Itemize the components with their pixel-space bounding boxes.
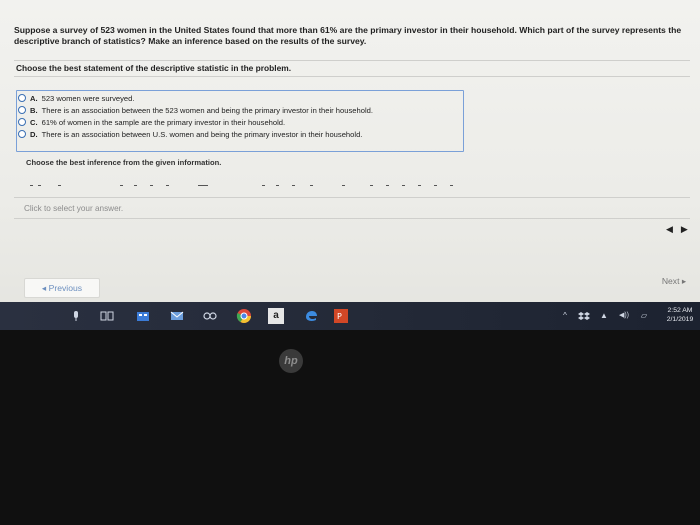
- question-text: Suppose a survey of 523 women in the Uni…: [14, 25, 682, 46]
- amazon-icon[interactable]: a: [268, 308, 284, 324]
- option-letter: A.: [30, 93, 38, 103]
- radio-button-a[interactable]: [18, 94, 26, 102]
- windows-taskbar: a P ^ ▲ ◀)) ▱ 2:52 AM 2/1/2019: [0, 302, 700, 330]
- microphone-icon[interactable]: [70, 310, 82, 322]
- network-icon[interactable]: ▲: [598, 310, 610, 322]
- option-a[interactable]: A. 523 women were surveyed.: [18, 92, 373, 104]
- divider: [14, 197, 690, 198]
- clock-date: 2/1/2019: [666, 316, 694, 323]
- previous-button[interactable]: ◂ Previous: [24, 278, 100, 298]
- laptop-bezel: [0, 330, 700, 525]
- divider: [14, 76, 690, 77]
- taskbar-clock[interactable]: 2:52 AM 2/1/2019: [660, 306, 700, 324]
- scroll-left-icon[interactable]: ◀: [666, 224, 681, 234]
- option-d[interactable]: D. There is an association between U.S. …: [18, 128, 373, 140]
- option-text: There is an association between the 523 …: [41, 105, 373, 115]
- scroll-right-icon[interactable]: ▶: [681, 224, 696, 234]
- powerpoint-icon[interactable]: P: [334, 309, 348, 323]
- volume-icon[interactable]: ◀)): [616, 310, 632, 322]
- divider: [14, 218, 690, 219]
- divider: [14, 60, 690, 61]
- infinity-app-icon[interactable]: [202, 310, 218, 322]
- edge-icon[interactable]: [304, 310, 318, 322]
- svg-text:P: P: [337, 312, 342, 321]
- part1-instruction: Choose the best statement of the descrip…: [16, 63, 292, 73]
- option-text: 61% of women in the sample are the prima…: [41, 117, 286, 127]
- radio-button-d[interactable]: [18, 130, 26, 138]
- notification-icon[interactable]: ▱: [638, 310, 650, 322]
- radio-button-c[interactable]: [18, 118, 26, 126]
- browser-viewport: Suppose a survey of 523 women in the Uni…: [0, 0, 700, 330]
- collapsed-options-dashes: [30, 185, 453, 186]
- hp-logo: hp: [279, 349, 303, 373]
- store-icon[interactable]: [136, 310, 150, 322]
- scroll-arrows[interactable]: ◀▶: [666, 224, 696, 235]
- option-text: 523 women were surveyed.: [41, 93, 135, 103]
- next-button[interactable]: Next ▸: [651, 273, 697, 289]
- chrome-icon[interactable]: [236, 308, 252, 324]
- part2-instruction: Choose the best inference from the given…: [26, 158, 222, 167]
- option-letter: C.: [30, 117, 38, 127]
- radio-button-b[interactable]: [18, 106, 26, 114]
- mail-icon[interactable]: [170, 310, 184, 322]
- dropbox-icon[interactable]: [578, 310, 590, 322]
- task-view-icon[interactable]: [100, 310, 114, 322]
- option-text: There is an association between U.S. wom…: [41, 129, 363, 139]
- answer-hint: Click to select your answer.: [24, 204, 124, 213]
- tray-expand-icon[interactable]: ^: [560, 310, 570, 322]
- option-b[interactable]: B. There is an association between the 5…: [18, 104, 373, 116]
- option-letter: D.: [30, 129, 38, 139]
- answer-options: A. 523 women were surveyed. B. There is …: [18, 92, 373, 140]
- clock-time: 2:52 AM: [667, 307, 693, 314]
- option-letter: B.: [30, 105, 38, 115]
- option-c[interactable]: C. 61% of women in the sample are the pr…: [18, 116, 373, 128]
